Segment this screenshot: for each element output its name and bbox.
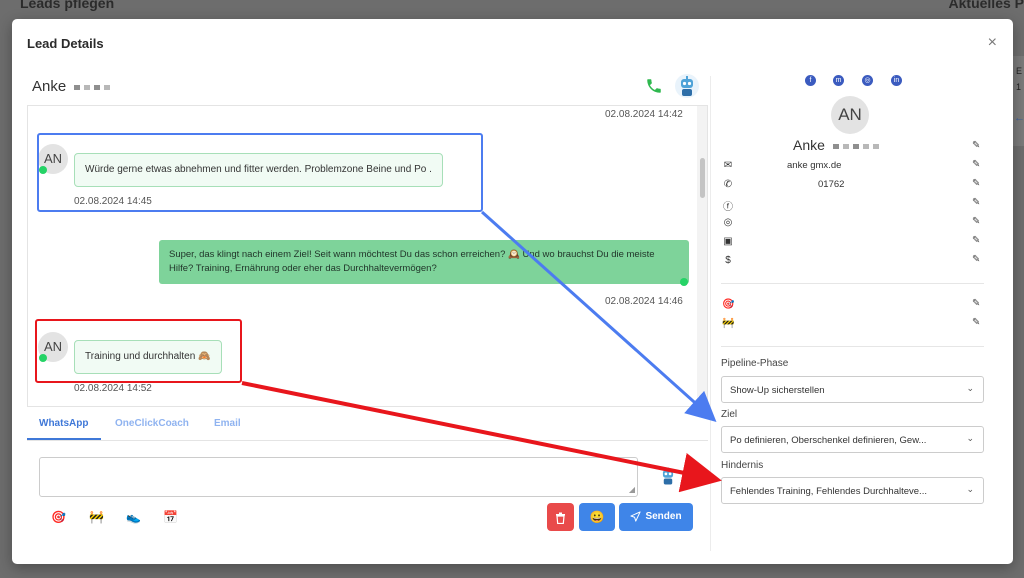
channel-tabs: WhatsApp OneClickCoach Email (27, 411, 708, 441)
profile-email: anke gmx.de (787, 160, 842, 171)
send-button-label: Senden (645, 511, 682, 522)
trash-icon (556, 512, 565, 524)
delete-button[interactable] (547, 503, 574, 531)
facebook-row-icon: ⓕ (723, 202, 733, 213)
tab-oneclickcoach[interactable]: OneClickCoach (115, 418, 189, 429)
chevron-down-icon: ⌄ (966, 484, 974, 494)
redacted-surname (104, 84, 111, 90)
emoji-button[interactable]: 😀 (579, 503, 615, 531)
facebook-icon[interactable]: f (805, 75, 816, 86)
linkedin-icon[interactable]: in (891, 75, 902, 86)
goal-icon[interactable]: 🎯 (51, 510, 66, 524)
redacted-surname (852, 143, 859, 149)
panel-divider (710, 76, 711, 551)
whatsapp-badge-icon (680, 278, 688, 286)
instagram-row-icon: ◎ (723, 217, 733, 228)
messenger-icon[interactable]: m (833, 75, 844, 86)
close-icon[interactable]: × (988, 34, 997, 52)
profile-avatar: AN (831, 96, 869, 134)
redacted-surname (832, 143, 839, 149)
annotation-highlight-red (35, 319, 242, 383)
edit-goal-pencil-icon[interactable]: ✎ (972, 298, 980, 309)
background-panel-title: Aktuelles P (948, 0, 1024, 11)
pipeline-phase-value: Show-Up sicherstellen (730, 385, 825, 396)
lead-details-modal: Lead Details × Anke 02.08.2024 14:42 AN … (12, 19, 1013, 564)
ziel-select[interactable]: Po definieren, Oberschenkel definieren, … (721, 426, 984, 453)
email-icon: ✉ (723, 160, 733, 171)
ziel-label: Ziel (721, 409, 738, 420)
hindernis-label: Hindernis (721, 460, 764, 471)
message-timestamp: 02.08.2024 14:52 (74, 383, 152, 394)
chevron-down-icon: ⌄ (966, 433, 974, 443)
background-page-title: Leads pflegen (20, 0, 115, 11)
ziel-value: Po definieren, Oberschenkel definieren, … (730, 435, 927, 446)
edit-revenue-pencil-icon[interactable]: ✎ (972, 254, 980, 265)
chat-scrollbar[interactable] (697, 106, 707, 406)
outgoing-message-bubble: Super, das klingt nach einem Ziel! Seit … (159, 240, 689, 284)
shoe-icon[interactable]: 👟 (126, 510, 141, 524)
obstacle-row-icon: 🚧 (722, 318, 735, 329)
send-button[interactable]: Senden (619, 503, 693, 531)
linkedin-row-icon: ▣ (723, 236, 733, 247)
chat-scrollbar-thumb[interactable] (700, 158, 705, 198)
edit-name-pencil-icon[interactable]: ✎ (972, 140, 980, 151)
tab-email[interactable]: Email (214, 418, 241, 429)
background-card-count: 1 (1016, 82, 1022, 92)
redacted-surname (74, 84, 81, 90)
edit-email-pencil-icon[interactable]: ✎ (972, 159, 980, 170)
active-tab-indicator (27, 438, 101, 440)
profile-phone: 01762 (818, 179, 845, 190)
redacted-surname (94, 84, 101, 90)
goal-row-icon: 🎯 (722, 299, 735, 310)
arrow-left-icon: ← (1014, 112, 1024, 124)
chat-contact-name: Anke (32, 78, 111, 95)
edit-instagram-pencil-icon[interactable]: ✎ (972, 216, 980, 227)
hindernis-value: Fehlendes Training, Fehlendes Durchhalte… (730, 486, 927, 497)
profile-name: Anke (793, 137, 879, 153)
tab-whatsapp[interactable]: WhatsApp (39, 418, 88, 429)
divider (721, 283, 984, 284)
edit-linkedin-pencil-icon[interactable]: ✎ (972, 235, 980, 246)
hindernis-select[interactable]: Fehlendes Training, Fehlendes Durchhalte… (721, 477, 984, 504)
message-timestamp: 02.08.2024 14:42 (605, 109, 683, 120)
ai-suggest-robot-icon[interactable] (657, 465, 679, 487)
redacted-surname (872, 143, 879, 149)
paper-plane-icon (630, 511, 642, 522)
resize-grip-icon[interactable]: ◢ (629, 485, 635, 494)
edit-obstacle-pencil-icon[interactable]: ✎ (972, 317, 980, 328)
edit-facebook-pencil-icon[interactable]: ✎ (972, 197, 980, 208)
redacted-surname (84, 84, 91, 90)
contact-first-name: Anke (32, 78, 67, 95)
profile-first-name: Anke (793, 137, 825, 153)
ai-coach-robot-icon[interactable] (674, 73, 700, 99)
calendar-icon[interactable]: 📅 (163, 510, 178, 524)
pipeline-phase-select[interactable]: Show-Up sicherstellen ⌄ (721, 376, 984, 403)
modal-title: Lead Details (27, 36, 104, 51)
message-timestamp: 02.08.2024 14:46 (605, 296, 683, 307)
dollar-icon: $ (725, 255, 731, 266)
obstacle-icon[interactable]: 🚧 (89, 510, 104, 524)
divider (721, 346, 984, 347)
redacted-surname (862, 143, 869, 149)
pipeline-phase-label: Pipeline-Phase (721, 358, 789, 369)
annotation-highlight-blue (37, 133, 483, 212)
phone-icon: ✆ (723, 179, 733, 190)
instagram-icon[interactable]: ◎ (862, 75, 873, 86)
edit-phone-pencil-icon[interactable]: ✎ (972, 178, 980, 189)
redacted-surname (842, 143, 849, 149)
chevron-down-icon: ⌄ (966, 383, 974, 393)
message-input[interactable]: ◢ (39, 457, 638, 497)
phone-call-icon[interactable] (645, 77, 663, 95)
background-card-text: E (1016, 66, 1023, 76)
